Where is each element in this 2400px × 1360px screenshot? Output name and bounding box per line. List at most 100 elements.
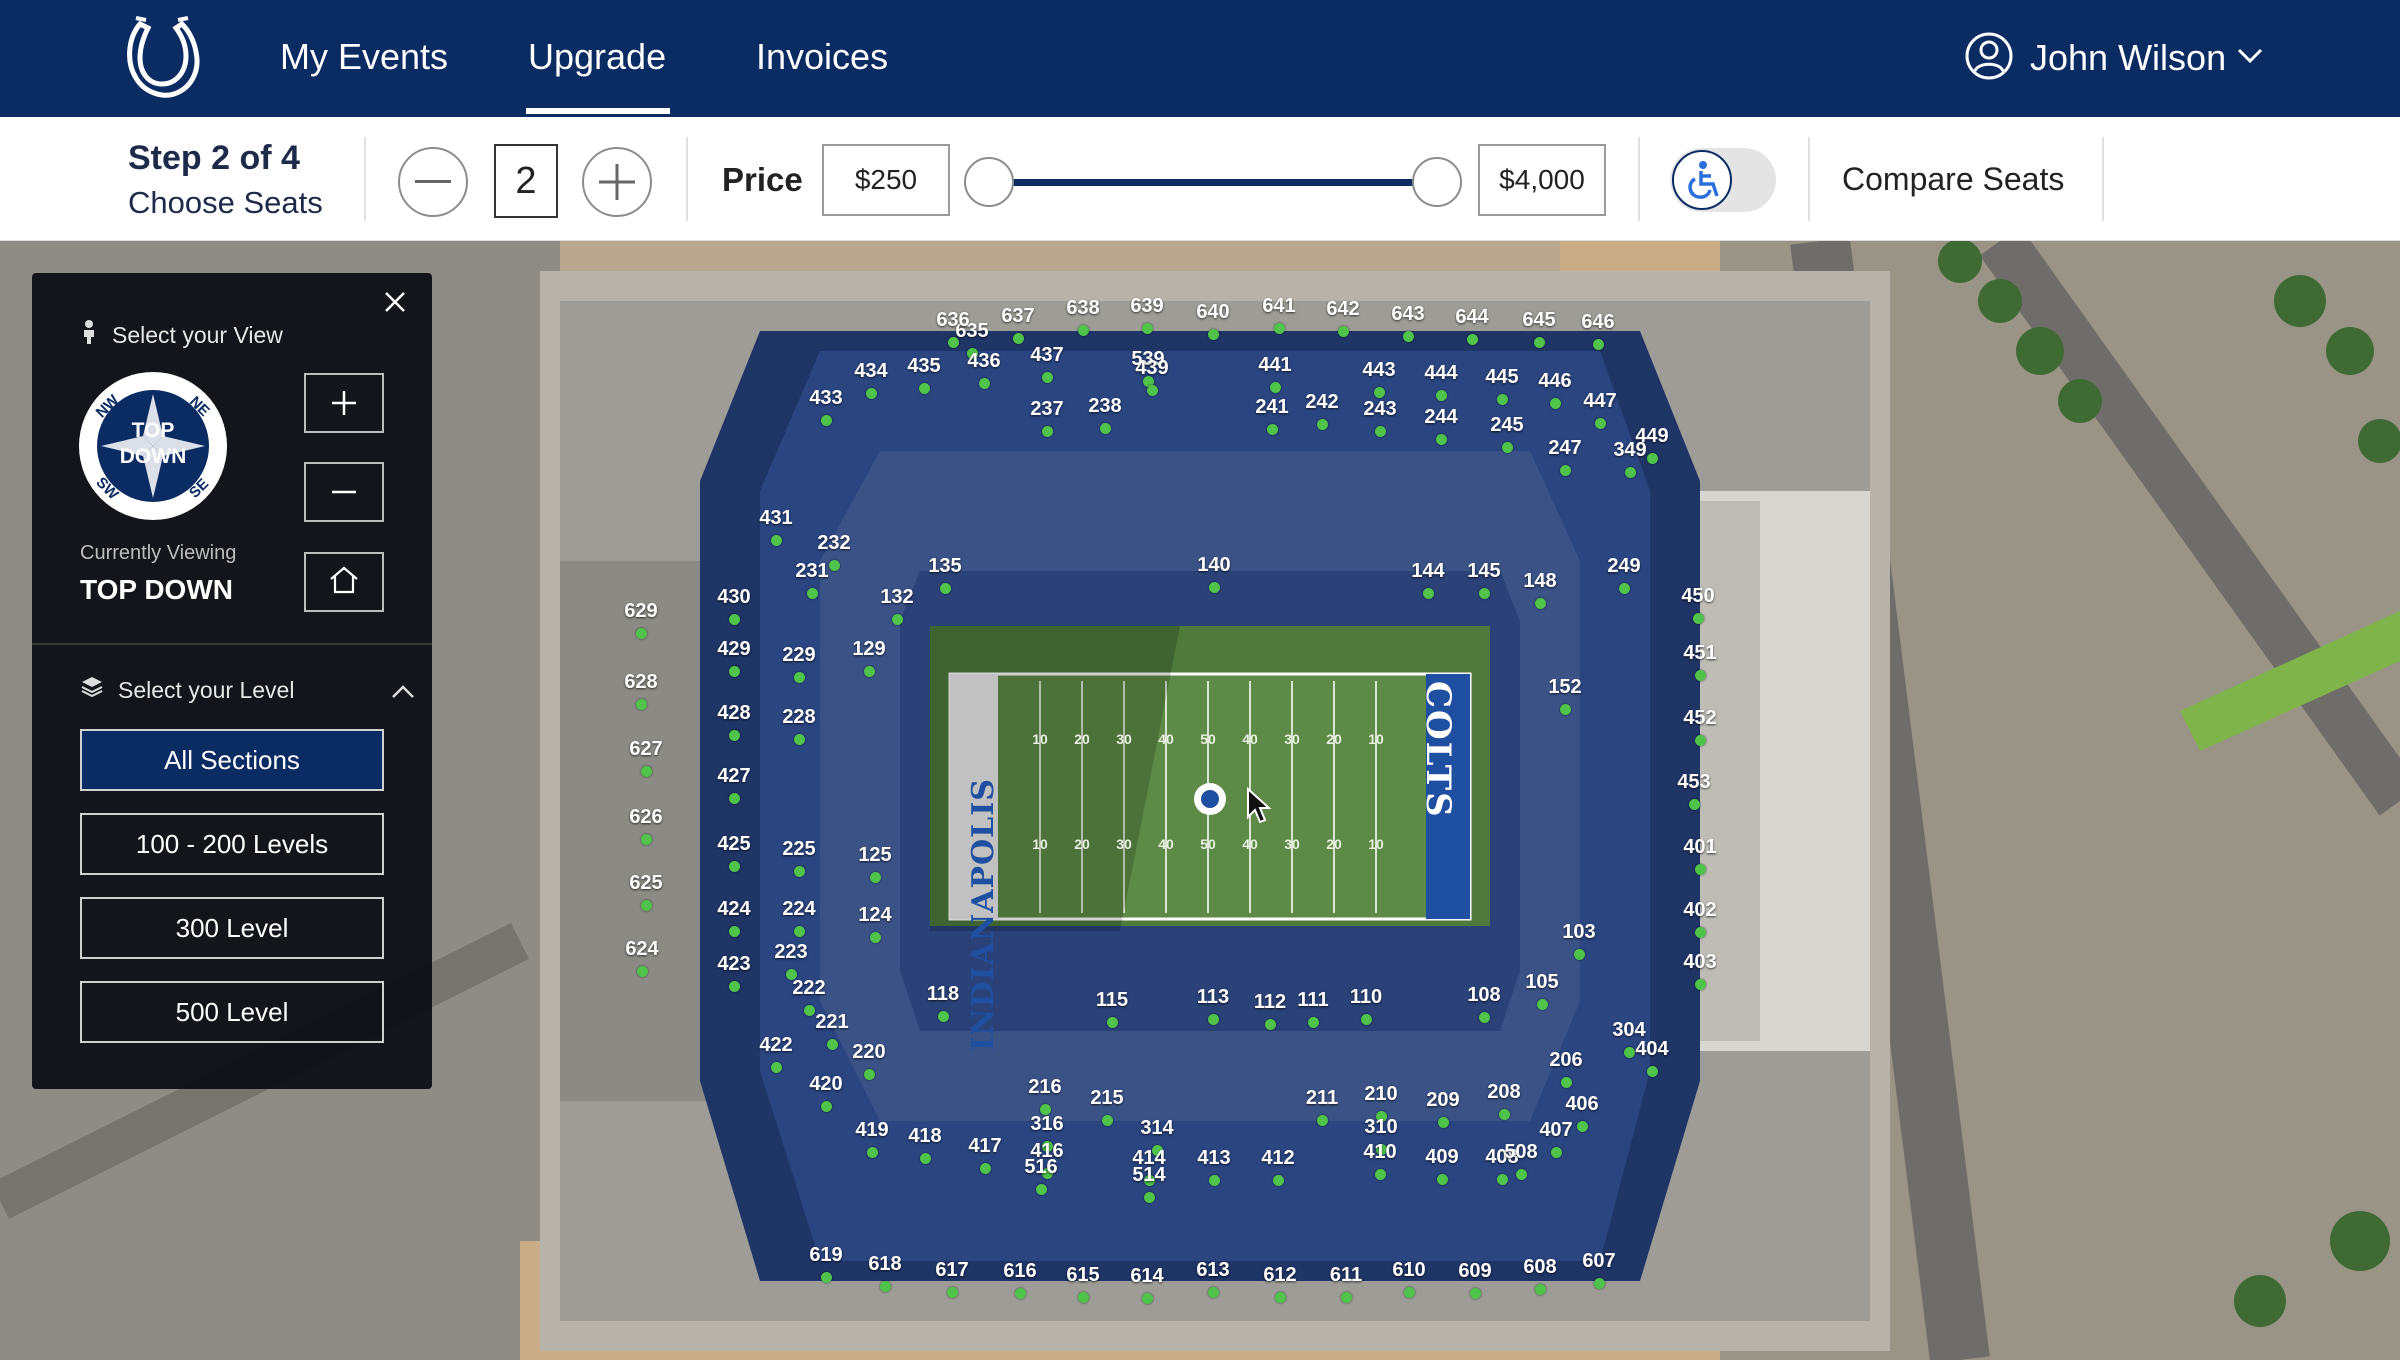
section-610[interactable]: 610 <box>1379 1259 1439 1298</box>
section-229[interactable]: 229 <box>769 644 829 683</box>
section-249[interactable]: 249 <box>1594 555 1654 594</box>
section-132[interactable]: 132 <box>867 586 927 625</box>
section-244[interactable]: 244 <box>1411 406 1471 445</box>
section-626[interactable]: 626 <box>616 806 676 845</box>
section-349[interactable]: 349 <box>1600 439 1660 478</box>
section-224[interactable]: 224 <box>769 898 829 937</box>
section-452[interactable]: 452 <box>1670 707 1730 746</box>
home-view-button[interactable] <box>304 552 384 612</box>
section-152[interactable]: 152 <box>1535 676 1595 715</box>
section-108[interactable]: 108 <box>1454 984 1514 1023</box>
section-423[interactable]: 423 <box>704 953 764 992</box>
section-436[interactable]: 436 <box>954 350 1014 389</box>
section-413[interactable]: 413 <box>1184 1147 1244 1186</box>
section-453[interactable]: 453 <box>1664 771 1724 810</box>
nav-my-events[interactable]: My Events <box>280 36 448 78</box>
section-125[interactable]: 125 <box>845 844 905 883</box>
section-144[interactable]: 144 <box>1398 560 1458 599</box>
section-247[interactable]: 247 <box>1535 437 1595 476</box>
compass-icon[interactable]: TOP DOWN NW NE SW SE <box>79 372 227 520</box>
section-447[interactable]: 447 <box>1570 390 1630 429</box>
section-618[interactable]: 618 <box>855 1253 915 1292</box>
zoom-in-button[interactable] <box>304 373 384 433</box>
section-110[interactable]: 110 <box>1336 986 1396 1025</box>
section-422[interactable]: 422 <box>746 1034 806 1073</box>
section-420[interactable]: 420 <box>796 1073 856 1112</box>
section-412[interactable]: 412 <box>1248 1147 1308 1186</box>
section-206[interactable]: 206 <box>1536 1049 1596 1088</box>
section-242[interactable]: 242 <box>1292 391 1352 430</box>
section-609[interactable]: 609 <box>1445 1260 1505 1299</box>
level-100-200-button[interactable]: 100 - 200 Levels <box>80 813 384 875</box>
quantity-value[interactable]: 2 <box>494 144 558 218</box>
section-409[interactable]: 409 <box>1412 1146 1472 1185</box>
section-445[interactable]: 445 <box>1472 366 1532 405</box>
section-223[interactable]: 223 <box>761 941 821 980</box>
section-450[interactable]: 450 <box>1668 585 1728 624</box>
section-645[interactable]: 645 <box>1509 309 1569 348</box>
section-418[interactable]: 418 <box>895 1125 955 1164</box>
section-424[interactable]: 424 <box>704 898 764 937</box>
section-625[interactable]: 625 <box>616 872 676 911</box>
section-148[interactable]: 148 <box>1510 570 1570 609</box>
section-417[interactable]: 417 <box>955 1135 1015 1174</box>
section-627[interactable]: 627 <box>616 738 676 777</box>
section-619[interactable]: 619 <box>796 1244 856 1283</box>
section-514[interactable]: 514 <box>1119 1164 1179 1203</box>
section-427[interactable]: 427 <box>704 765 764 804</box>
section-628[interactable]: 628 <box>611 671 671 710</box>
section-611[interactable]: 611 <box>1316 1264 1376 1303</box>
section-617[interactable]: 617 <box>922 1259 982 1298</box>
section-111[interactable]: 111 <box>1283 989 1343 1028</box>
nav-upgrade[interactable]: Upgrade <box>525 36 671 114</box>
section-431[interactable]: 431 <box>746 507 806 546</box>
section-228[interactable]: 228 <box>769 706 829 745</box>
section-237[interactable]: 237 <box>1017 398 1077 437</box>
section-211[interactable]: 211 <box>1292 1087 1352 1126</box>
close-icon[interactable] <box>380 287 410 317</box>
section-642[interactable]: 642 <box>1313 298 1373 337</box>
price-max-handle[interactable] <box>1412 157 1462 207</box>
section-437[interactable]: 437 <box>1017 344 1077 383</box>
section-443[interactable]: 443 <box>1349 359 1409 398</box>
section-410[interactable]: 410 <box>1350 1141 1410 1180</box>
section-245[interactable]: 245 <box>1477 414 1537 453</box>
section-636[interactable]: 636 <box>923 309 983 348</box>
increase-quantity-button[interactable] <box>582 147 652 217</box>
section-129[interactable]: 129 <box>839 638 899 677</box>
section-615[interactable]: 615 <box>1053 1264 1113 1303</box>
section-439[interactable]: 439 <box>1122 357 1182 396</box>
section-639[interactable]: 639 <box>1117 295 1177 334</box>
section-419[interactable]: 419 <box>842 1119 902 1158</box>
section-216[interactable]: 216 <box>1015 1076 1075 1115</box>
section-231[interactable]: 231 <box>782 560 842 599</box>
section-616[interactable]: 616 <box>990 1260 1050 1299</box>
user-menu[interactable]: John Wilson <box>1964 30 2264 86</box>
section-145[interactable]: 145 <box>1454 560 1514 599</box>
select-level-header[interactable]: Select your Level <box>80 675 414 705</box>
section-430[interactable]: 430 <box>704 586 764 625</box>
section-614[interactable]: 614 <box>1117 1265 1177 1304</box>
section-640[interactable]: 640 <box>1183 301 1243 340</box>
section-113[interactable]: 113 <box>1183 986 1243 1025</box>
level-all-sections-button[interactable]: All Sections <box>80 729 384 791</box>
level-300-button[interactable]: 300 Level <box>80 897 384 959</box>
section-624[interactable]: 624 <box>612 938 672 977</box>
section-243[interactable]: 243 <box>1350 398 1410 437</box>
section-516[interactable]: 516 <box>1011 1156 1071 1195</box>
decrease-quantity-button[interactable] <box>398 147 468 217</box>
section-404[interactable]: 404 <box>1622 1038 1682 1077</box>
section-401[interactable]: 401 <box>1670 836 1730 875</box>
section-403[interactable]: 403 <box>1670 951 1730 990</box>
section-433[interactable]: 433 <box>796 387 856 426</box>
section-444[interactable]: 444 <box>1411 362 1471 401</box>
price-min-input[interactable]: $250 <box>822 144 950 216</box>
section-429[interactable]: 429 <box>704 638 764 677</box>
section-646[interactable]: 646 <box>1568 311 1628 350</box>
section-643[interactable]: 643 <box>1378 303 1438 342</box>
accessibility-toggle[interactable] <box>1670 148 1776 212</box>
section-608[interactable]: 608 <box>1510 1256 1570 1295</box>
section-425[interactable]: 425 <box>704 833 764 872</box>
section-103[interactable]: 103 <box>1549 921 1609 960</box>
section-508[interactable]: 508 <box>1491 1141 1551 1180</box>
